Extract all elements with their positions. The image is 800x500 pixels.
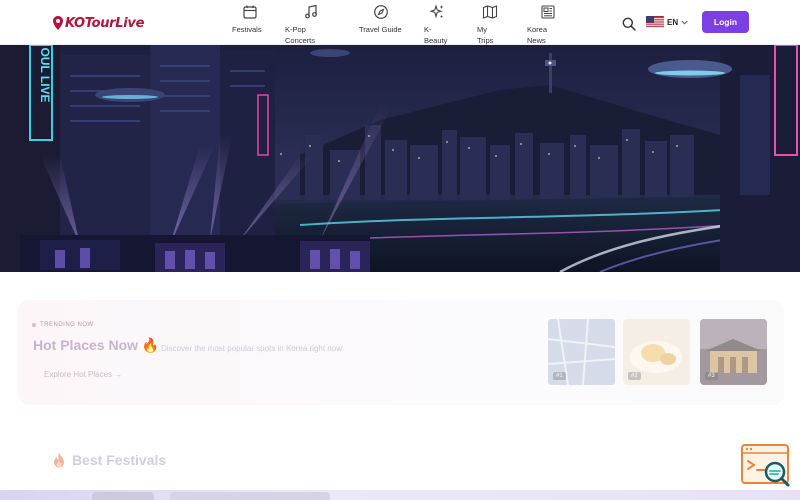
language-label: EN xyxy=(667,17,679,27)
search-icon[interactable] xyxy=(621,16,637,32)
trending-tag: TRENDING NOW xyxy=(32,322,94,328)
nav-label-my-trips: My Trips xyxy=(477,25,494,45)
svg-text:OUL LIVE: OUL LIVE xyxy=(38,47,52,102)
hot-places-content: TRENDING NOW Hot Places Now 🔥 Discover t… xyxy=(18,300,784,405)
compass-icon xyxy=(374,5,388,19)
nav-item-k-beauty[interactable]: K-Beauty xyxy=(424,3,484,45)
top-navbar: KOTourLive Festivals K-Pop Concerts Trav… xyxy=(0,0,800,45)
music-note-icon xyxy=(305,4,317,19)
code-search-widget-icon[interactable] xyxy=(741,444,791,490)
hot-places-title: Hot Places Now 🔥 xyxy=(33,337,160,353)
thumb-rank: #1 xyxy=(553,372,566,380)
app-root: KOTourLive Festivals K-Pop Concerts Trav… xyxy=(0,0,800,500)
map-icon xyxy=(482,5,498,19)
location-pin-icon xyxy=(53,16,63,30)
hot-place-thumb-2[interactable]: #2 xyxy=(623,319,690,385)
nav-item-kpop-concerts[interactable]: K-Pop Concerts xyxy=(285,3,345,45)
nav-item-travel-guide[interactable]: Travel Guide xyxy=(359,3,419,43)
nav-label-k-beauty: K-Beauty xyxy=(424,25,448,45)
nav-item-korea-news[interactable]: Korea News xyxy=(527,3,587,45)
newspaper-icon xyxy=(541,5,555,19)
best-festivals-heading: Best Festivals xyxy=(52,452,166,468)
hero-banner: OUL LIVE xyxy=(0,45,800,272)
nav-label-kpop-concerts: K-Pop Concerts xyxy=(285,25,316,45)
brand-name: KOTourLive xyxy=(65,15,145,31)
explore-hot-places-link[interactable]: Explore Hot Places → xyxy=(44,370,122,379)
flame-icon xyxy=(54,452,64,468)
us-flag-icon xyxy=(646,16,664,28)
thumb-rank: #3 xyxy=(705,372,718,380)
hot-place-thumb-3[interactable]: #3 xyxy=(700,319,767,385)
sparkles-icon xyxy=(429,4,444,19)
language-selector[interactable]: EN xyxy=(646,14,688,30)
best-festivals-title: Best Festivals xyxy=(72,452,167,468)
calendar-icon xyxy=(243,5,257,19)
nav-label-festivals: Festivals xyxy=(232,25,262,34)
thumb-rank: #2 xyxy=(628,372,641,380)
nav-label-korea-news: Korea News xyxy=(527,25,548,45)
festival-card-peek[interactable] xyxy=(92,492,154,500)
hot-place-thumb-1[interactable]: #1 xyxy=(548,319,615,385)
hot-places-description: Discover the most popular spots in Korea… xyxy=(161,344,342,353)
login-button[interactable]: Login xyxy=(702,11,749,33)
festival-card-peek[interactable] xyxy=(170,492,330,500)
nav-label-travel-guide: Travel Guide xyxy=(359,25,402,34)
trending-label: TRENDING NOW xyxy=(40,322,94,328)
hero-city-night-image: OUL LIVE xyxy=(0,45,800,272)
brand-logo[interactable]: KOTourLive xyxy=(53,14,144,32)
nav-item-festivals[interactable]: Festivals xyxy=(232,3,292,43)
trending-dot-icon xyxy=(32,323,36,327)
chevron-down-icon xyxy=(681,20,688,25)
